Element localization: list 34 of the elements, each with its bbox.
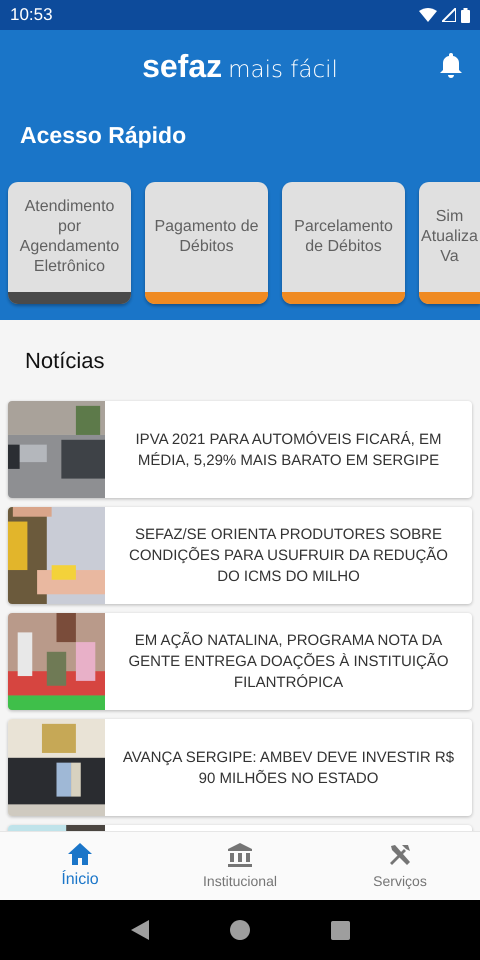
quick-access-card[interactable]: Sim Atualiza Va xyxy=(419,182,480,304)
news-card[interactable]: IPVA 2021 PARA AUTOMÓVEIS FICARÁ, EM MÉDIA, 5,29% MAIS BARATO EM SERGIPE xyxy=(8,401,472,498)
notification-bell-icon[interactable] xyxy=(440,52,462,78)
quick-access-card[interactable]: Parcelamento de Débitos xyxy=(282,182,405,304)
home-button-icon[interactable] xyxy=(230,920,250,940)
card-label: Pagamento de Débitos xyxy=(153,217,260,257)
quick-access-card[interactable]: Pagamento de Débitos xyxy=(145,182,268,304)
card-label: Sim Atualiza Va xyxy=(420,207,479,267)
services-tab[interactable]: Serviços xyxy=(320,832,480,900)
wifi-icon xyxy=(419,8,437,22)
section-title: Notícias xyxy=(24,347,106,375)
logo-text: sefaz xyxy=(142,48,222,84)
battery-icon xyxy=(461,8,470,22)
signal-icon xyxy=(442,8,456,22)
news-headline: EM AÇÃO NATALINA, PROGRAMA NOTA DA GENTE ENTREGA DOAÇÕES À INSTITUIÇÃO FILANTRÓPICA xyxy=(127,630,450,693)
card-label: Atendimento por Agendamento Eletrônico xyxy=(18,197,120,277)
tools-icon xyxy=(388,843,412,867)
news-card[interactable]: SEFAZ/SE ORIENTA PRODUTORES SOBRE CONDIÇÕES PARA USUFRUIR DA REDUÇÃO DO ICMS DO MILHO xyxy=(8,507,472,604)
bank-icon xyxy=(228,843,252,867)
home-tab[interactable]: Ínicio xyxy=(0,832,160,900)
logo-subtitle: mais fácil xyxy=(228,56,338,82)
card-label: Parcelamento de Débitos xyxy=(293,217,394,257)
news-card[interactable]: EM AÇÃO NATALINA, PROGRAMA NOTA DA GENTE ENTREGA DOAÇÕES À INSTITUIÇÃO FILANTRÓPICA xyxy=(8,613,472,710)
clock: 10:53 xyxy=(10,5,53,25)
back-icon[interactable] xyxy=(130,920,148,940)
quick-access-card[interactable]: Atendimento por Agendamento Eletrônico xyxy=(8,182,131,304)
section-title: Acesso Rápido xyxy=(19,121,188,150)
news-card[interactable]: AVANÇA SERGIPE: AMBEV DEVE INVESTIR R$ 90 MILHÕES NO ESTADO xyxy=(8,719,472,816)
news-headline: IPVA 2021 PARA AUTOMÓVEIS FICARÁ, EM MÉDIA, 5,29% MAIS BARATO EM SERGIPE xyxy=(134,430,442,470)
recents-icon[interactable] xyxy=(330,920,350,940)
institution-tab[interactable]: Institucional xyxy=(160,832,320,900)
news-headline: SEFAZ/SE ORIENTA PRODUTORES SOBRE CONDIÇÕES PARA USUFRUIR DA REDUÇÃO DO ICMS DO MILHO xyxy=(128,525,449,587)
home-icon xyxy=(68,843,92,865)
news-headline: AVANÇA SERGIPE: AMBEV DEVE INVESTIR R$ 90 MILHÕES NO ESTADO xyxy=(122,748,456,788)
